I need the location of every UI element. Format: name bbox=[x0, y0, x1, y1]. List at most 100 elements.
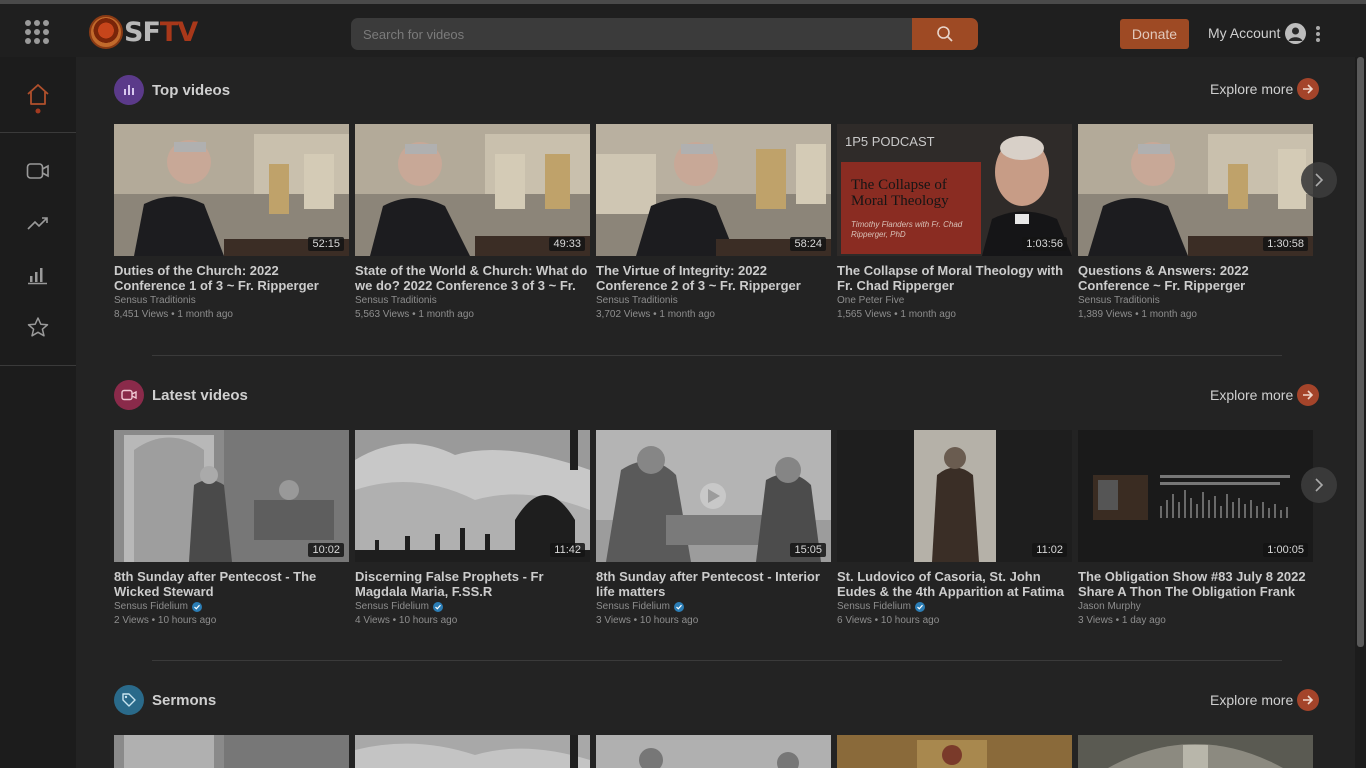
video-thumbnail[interactable]: 10:02 bbox=[114, 430, 349, 562]
sidebar-item-home[interactable] bbox=[0, 83, 76, 114]
channel-name[interactable]: Sensus Fidelium bbox=[837, 601, 911, 612]
trending-icon bbox=[27, 217, 48, 230]
video-channel[interactable]: Sensus Fidelium bbox=[114, 601, 349, 612]
video-duration: 52:15 bbox=[308, 237, 344, 251]
sidebar-item-favorites[interactable] bbox=[0, 312, 76, 342]
explore-more-link[interactable]: Explore more bbox=[1210, 78, 1320, 100]
more-options-icon[interactable] bbox=[1316, 26, 1320, 42]
verified-icon bbox=[673, 601, 684, 612]
video-thumbnail[interactable]: 1:30:58 bbox=[1078, 124, 1313, 256]
chart-icon bbox=[28, 268, 47, 285]
search-input[interactable] bbox=[351, 18, 912, 50]
section-header-top-videos: Top videos bbox=[114, 75, 230, 105]
video-card[interactable]: 1:30:58 Questions & Answers: 2022 Confer… bbox=[1078, 124, 1313, 320]
video-thumbnail[interactable]: 15:05 bbox=[596, 430, 831, 562]
video-thumbnail[interactable] bbox=[355, 735, 590, 768]
video-thumbnail[interactable]: 11:42 bbox=[355, 430, 590, 562]
my-account-link[interactable]: My Account bbox=[1208, 25, 1280, 41]
video-card[interactable]: 1P5 PODCAST The Collapse of Moral Theolo… bbox=[837, 124, 1072, 320]
podcast-tag: 1P5 PODCAST bbox=[845, 134, 935, 149]
channel-name[interactable]: Sensus Traditionis bbox=[596, 295, 678, 306]
video-duration: 1:00:05 bbox=[1263, 543, 1308, 557]
video-thumbnail[interactable]: 52:15 bbox=[114, 124, 349, 256]
video-card[interactable]: 49:33 State of the World & Church: What … bbox=[355, 124, 590, 320]
video-channel[interactable]: Sensus Traditionis bbox=[355, 295, 590, 306]
video-title[interactable]: 8th Sunday after Pentecost - The Wicked … bbox=[114, 569, 349, 599]
sidebar-item-videos[interactable] bbox=[0, 156, 76, 186]
donate-button[interactable]: Donate bbox=[1120, 19, 1189, 49]
video-meta: 8,451 Views • 1 month ago bbox=[114, 309, 233, 320]
video-title[interactable]: The Collapse of Moral Theology with Fr. … bbox=[837, 263, 1072, 293]
video-channel[interactable]: Sensus Traditionis bbox=[1078, 295, 1313, 306]
page-scrollbar[interactable] bbox=[1355, 57, 1366, 768]
arrow-right-icon bbox=[1297, 78, 1320, 100]
star-icon bbox=[27, 317, 49, 337]
video-card[interactable]: 1:00:05 The Obligation Show #83 July 8 2… bbox=[1078, 430, 1313, 626]
video-channel[interactable]: Sensus Traditionis bbox=[114, 295, 349, 306]
channel-name[interactable]: Sensus Traditionis bbox=[1078, 295, 1160, 306]
section-title: Latest videos bbox=[152, 386, 248, 404]
video-duration: 1:30:58 bbox=[1263, 237, 1308, 251]
explore-more-link[interactable]: Explore more bbox=[1210, 689, 1320, 711]
video-title[interactable]: The Obligation Show #83 July 8 2022 Shar… bbox=[1078, 569, 1313, 599]
video-card[interactable]: 15:05 8th Sunday after Pentecost - Inter… bbox=[596, 430, 831, 626]
video-thumbnail[interactable]: 49:33 bbox=[355, 124, 590, 256]
video-title[interactable]: State of the World & Church: What do we … bbox=[355, 263, 590, 293]
video-channel[interactable]: Sensus Traditionis bbox=[596, 295, 831, 306]
video-title[interactable]: The Virtue of Integrity: 2022 Conference… bbox=[596, 263, 831, 293]
video-thumbnail[interactable] bbox=[114, 735, 349, 768]
apps-grid-icon[interactable] bbox=[25, 20, 49, 44]
video-channel[interactable]: Sensus Fidelium bbox=[596, 601, 831, 612]
channel-name[interactable]: Sensus Fidelium bbox=[596, 601, 670, 612]
channel-name[interactable]: Sensus Traditionis bbox=[355, 295, 437, 306]
video-card[interactable]: 58:24 The Virtue of Integrity: 2022 Conf… bbox=[596, 124, 831, 320]
video-thumbnail[interactable]: 1:00:05 bbox=[1078, 430, 1313, 562]
carousel-next-button[interactable] bbox=[1301, 467, 1337, 503]
video-thumbnail[interactable] bbox=[596, 735, 831, 768]
channel-name[interactable]: One Peter Five bbox=[837, 295, 904, 306]
video-thumbnail[interactable] bbox=[837, 735, 1072, 768]
video-thumbnail[interactable]: 11:02 bbox=[837, 430, 1072, 562]
video-meta: 4 Views • 10 hours ago bbox=[355, 615, 458, 626]
sidebar-item-trending[interactable] bbox=[0, 208, 76, 238]
channel-name[interactable]: Sensus Fidelium bbox=[114, 601, 188, 612]
podcast-title: The Collapse of Moral Theology bbox=[851, 177, 949, 209]
verified-icon bbox=[432, 601, 443, 612]
explore-more-link[interactable]: Explore more bbox=[1210, 384, 1320, 406]
search-button[interactable] bbox=[912, 18, 978, 50]
video-title[interactable]: Discerning False Prophets - Fr Magdala M… bbox=[355, 569, 590, 599]
video-card[interactable]: 11:02 St. Ludovico of Casoria, St. John … bbox=[837, 430, 1072, 626]
video-thumbnail[interactable]: 1P5 PODCAST The Collapse of Moral Theolo… bbox=[837, 124, 1072, 256]
channel-name[interactable]: Sensus Traditionis bbox=[114, 295, 196, 306]
tag-icon bbox=[114, 685, 144, 715]
section-title: Top videos bbox=[152, 81, 231, 99]
video-thumbnail[interactable]: 58:24 bbox=[596, 124, 831, 256]
video-title[interactable]: St. Ludovico of Casoria, St. John Eudes … bbox=[837, 569, 1072, 599]
video-title[interactable]: Duties of the Church: 2022 Conference 1 … bbox=[114, 263, 349, 293]
video-card[interactable]: 11:42 Discerning False Prophets - Fr Mag… bbox=[355, 430, 590, 626]
carousel-next-button[interactable] bbox=[1301, 162, 1337, 198]
section-header-latest-videos: Latest videos bbox=[114, 380, 248, 410]
chevron-right-icon bbox=[1315, 173, 1324, 187]
video-duration: 49:33 bbox=[549, 237, 585, 251]
avatar[interactable] bbox=[1285, 23, 1306, 44]
channel-name[interactable]: Sensus Fidelium bbox=[355, 601, 429, 612]
video-channel[interactable]: Sensus Fidelium bbox=[837, 601, 1072, 612]
sidebar-item-charts[interactable] bbox=[0, 260, 76, 290]
scrollbar-thumb[interactable] bbox=[1357, 57, 1364, 647]
video-card[interactable]: 10:02 8th Sunday after Pentecost - The W… bbox=[114, 430, 349, 626]
video-card[interactable]: 52:15 Duties of the Church: 2022 Confere… bbox=[114, 124, 349, 320]
channel-name[interactable]: Jason Murphy bbox=[1078, 601, 1141, 612]
video-channel[interactable]: One Peter Five bbox=[837, 295, 1072, 306]
video-channel[interactable]: Sensus Fidelium bbox=[355, 601, 590, 612]
chevron-right-icon bbox=[1315, 478, 1324, 492]
site-logo[interactable]: SFTV bbox=[89, 14, 198, 50]
video-title[interactable]: 8th Sunday after Pentecost - Interior li… bbox=[596, 569, 831, 599]
video-thumbnail[interactable] bbox=[1078, 735, 1313, 768]
video-title[interactable]: Questions & Answers: 2022 Conference ~ F… bbox=[1078, 263, 1313, 293]
logo-text: SFTV bbox=[124, 16, 198, 48]
sidebar bbox=[0, 57, 76, 768]
sidebar-divider bbox=[0, 365, 76, 366]
video-channel[interactable]: Jason Murphy bbox=[1078, 601, 1313, 612]
video-meta: 3,702 Views • 1 month ago bbox=[596, 309, 715, 320]
